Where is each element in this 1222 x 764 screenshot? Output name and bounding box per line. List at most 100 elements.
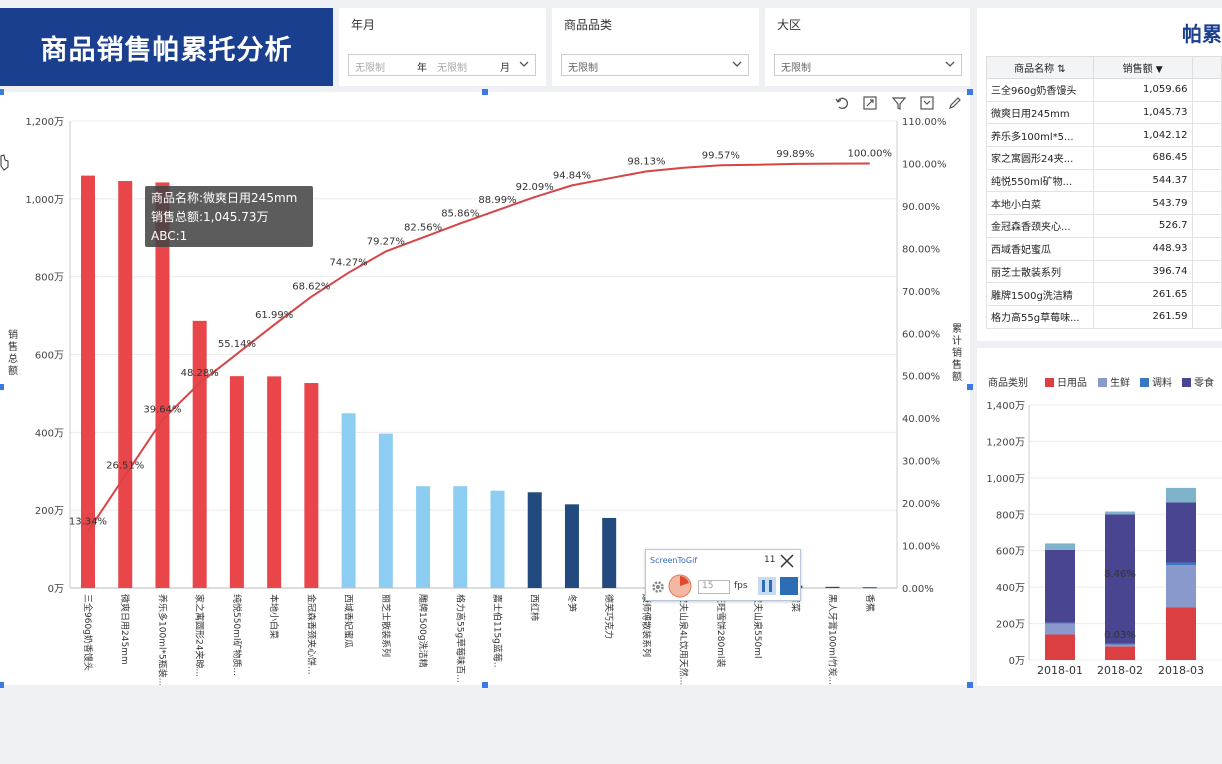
y-tick-label: 0万: [1009, 656, 1025, 667]
y-tick-label: 200万: [996, 620, 1025, 631]
cumulative-label: 13.34%: [69, 516, 107, 527]
fps-input[interactable]: 15: [698, 580, 730, 594]
x-tick-label: 本地小白菜: [268, 594, 280, 639]
extra-cell: [1191, 191, 1222, 216]
stack-segment: [1105, 511, 1135, 515]
pareto-chart-panel: 13.34% 26.51% 39.64% 48.28% 55.14% 61.99% 68.6…: [0, 92, 970, 685]
bar: [118, 181, 133, 588]
sales-cell: 1,045.73: [1092, 100, 1193, 125]
filter-icon[interactable]: [891, 97, 907, 110]
year-placeholder: 无限制: [355, 63, 385, 74]
x-tick-label: 养乐多100ml*5瓶装...: [156, 594, 168, 685]
cumulative-label: 82.56%: [404, 222, 442, 233]
resize-handle[interactable]: [482, 89, 488, 95]
y-tick-label: 600万: [35, 351, 64, 362]
table-row[interactable]: 纯悦550ml矿物... 544.37: [986, 168, 1222, 193]
product-name-cell: 丽芝士散装系列: [986, 259, 1094, 284]
x-tick-label: 西红柿: [529, 594, 541, 621]
ranking-table: 商品名称 ⇅ 销售额 ▼ 三全960g奶香馒头 1,059.66 微爽日用245mm…: [986, 56, 1222, 329]
extra-cell: [1191, 168, 1222, 193]
legend-swatch: [1140, 378, 1149, 387]
x-tick-label: 旺旺雪饼280ml装: [715, 594, 727, 667]
edit-icon[interactable]: [949, 97, 961, 109]
y-tick-label: 1,000万: [25, 195, 64, 206]
category-stack-panel: 商品类别 日用品 生鲜 调料 零食 0万 200万 400万 600万 800万 1,000万 1,…: [977, 348, 1222, 686]
x-tick-label: 冬笋: [566, 594, 578, 612]
close-icon[interactable]: [779, 553, 795, 569]
collapse-icon[interactable]: [920, 96, 934, 110]
gear-icon[interactable]: [650, 579, 666, 595]
resize-handle[interactable]: [967, 89, 973, 95]
chevron-down-icon[interactable]: [945, 59, 955, 69]
resize-handle[interactable]: [967, 682, 973, 688]
table-row[interactable]: 三全960g奶香馒头 1,059.66: [986, 78, 1222, 102]
table-row[interactable]: 金冠森香颈夹心... 526.7: [986, 214, 1222, 238]
cumulative-label: 85.86%: [441, 208, 479, 219]
pause-icon[interactable]: [758, 577, 776, 595]
screentogif-widget: ScreenToGif 11 15 fps: [645, 549, 801, 601]
y2-tick-label: 20.00%: [902, 499, 940, 510]
month-unit: 月: [500, 63, 510, 74]
product-name-cell: 雕牌1500g洗洁精: [986, 282, 1094, 306]
table-row[interactable]: 家之寓圆形24夹... 686.45: [986, 146, 1222, 170]
expand-icon[interactable]: [863, 96, 877, 110]
bar: [378, 433, 393, 588]
hand-cursor-icon: [0, 154, 9, 171]
cumulative-label: 92.09%: [516, 182, 554, 193]
sales-cell: 544.37: [1092, 168, 1193, 193]
chevron-down-icon[interactable]: [732, 59, 742, 69]
extra-cell: [1191, 236, 1222, 261]
undo-icon[interactable]: [835, 97, 848, 109]
resize-handle[interactable]: [0, 89, 4, 95]
category-select[interactable]: 无限制: [561, 54, 749, 76]
table-row[interactable]: 丽芝士散装系列 396.74: [986, 259, 1222, 284]
product-name-cell: 家之寓圆形24夹...: [986, 146, 1094, 170]
table-row[interactable]: 雕牌1500g洗洁精 261.65: [986, 282, 1222, 306]
right-panel-title: 帕累: [1182, 22, 1222, 46]
y-tick-label: 200万: [35, 506, 64, 517]
filter-category: 商品品类 无限制: [552, 8, 759, 86]
cumulative-label: 99.57%: [702, 150, 740, 161]
dashboard-title-text: 商品销售帕累托分析: [40, 34, 293, 66]
stop-icon[interactable]: [780, 577, 798, 595]
chevron-down-icon[interactable]: [519, 59, 529, 69]
sort-desc-icon[interactable]: ▼: [1156, 65, 1163, 75]
right-axis-label: 累计销售额: [952, 324, 962, 383]
resize-handle[interactable]: [0, 682, 4, 688]
tooltip-line-sales: 销售总额:1,045.73万: [151, 210, 269, 224]
extra-cell: [1191, 214, 1222, 238]
cumulative-label: 26.51%: [106, 460, 144, 471]
bar: [602, 517, 617, 588]
resize-handle[interactable]: [0, 384, 4, 390]
cumulative-label: 68.62%: [292, 282, 330, 293]
table-row[interactable]: 本地小白菜 543.79: [986, 191, 1222, 216]
stack-segment: [1166, 607, 1196, 660]
stack-segment: [1166, 487, 1196, 503]
bar: [267, 376, 282, 588]
year-month-select[interactable]: 无限制 年 无限制 月: [348, 54, 536, 76]
stack-segment: [1045, 543, 1075, 550]
resize-handle[interactable]: [482, 682, 488, 688]
column-header-name[interactable]: 商品名称 ⇅: [986, 56, 1094, 79]
region-select[interactable]: 无限制: [774, 54, 962, 76]
resize-handle[interactable]: [967, 384, 973, 390]
sort-icon[interactable]: ⇅: [1057, 64, 1065, 75]
cumulative-label: 98.13%: [627, 156, 665, 167]
stack-segment: [1166, 502, 1196, 563]
x-tick-label: 微爽日用245mm: [119, 594, 131, 665]
table-row[interactable]: 西域香妃蜜瓜 448.93: [986, 236, 1222, 261]
cumulative-label: 39.64%: [143, 405, 181, 416]
column-header-sales[interactable]: 销售额 ▼: [1092, 56, 1193, 79]
table-row[interactable]: 微爽日用245mm 1,045.73: [986, 100, 1222, 125]
stack-segment: [1045, 549, 1075, 623]
table-row[interactable]: 格力高55g草莓味... 261.59: [986, 304, 1222, 329]
cumulative-label: 48.28%: [181, 368, 219, 379]
record-icon[interactable]: [668, 574, 692, 598]
sales-cell: 1,042.12: [1092, 123, 1193, 148]
legend-label: 日用品: [1057, 377, 1087, 389]
year-unit: 年: [417, 63, 427, 74]
data-label: 0.03%: [1104, 630, 1136, 641]
table-row[interactable]: 养乐多100ml*5... 1,042.12: [986, 123, 1222, 148]
y-tick-label: 400万: [996, 583, 1025, 594]
y2-tick-label: 10.00%: [902, 542, 940, 553]
